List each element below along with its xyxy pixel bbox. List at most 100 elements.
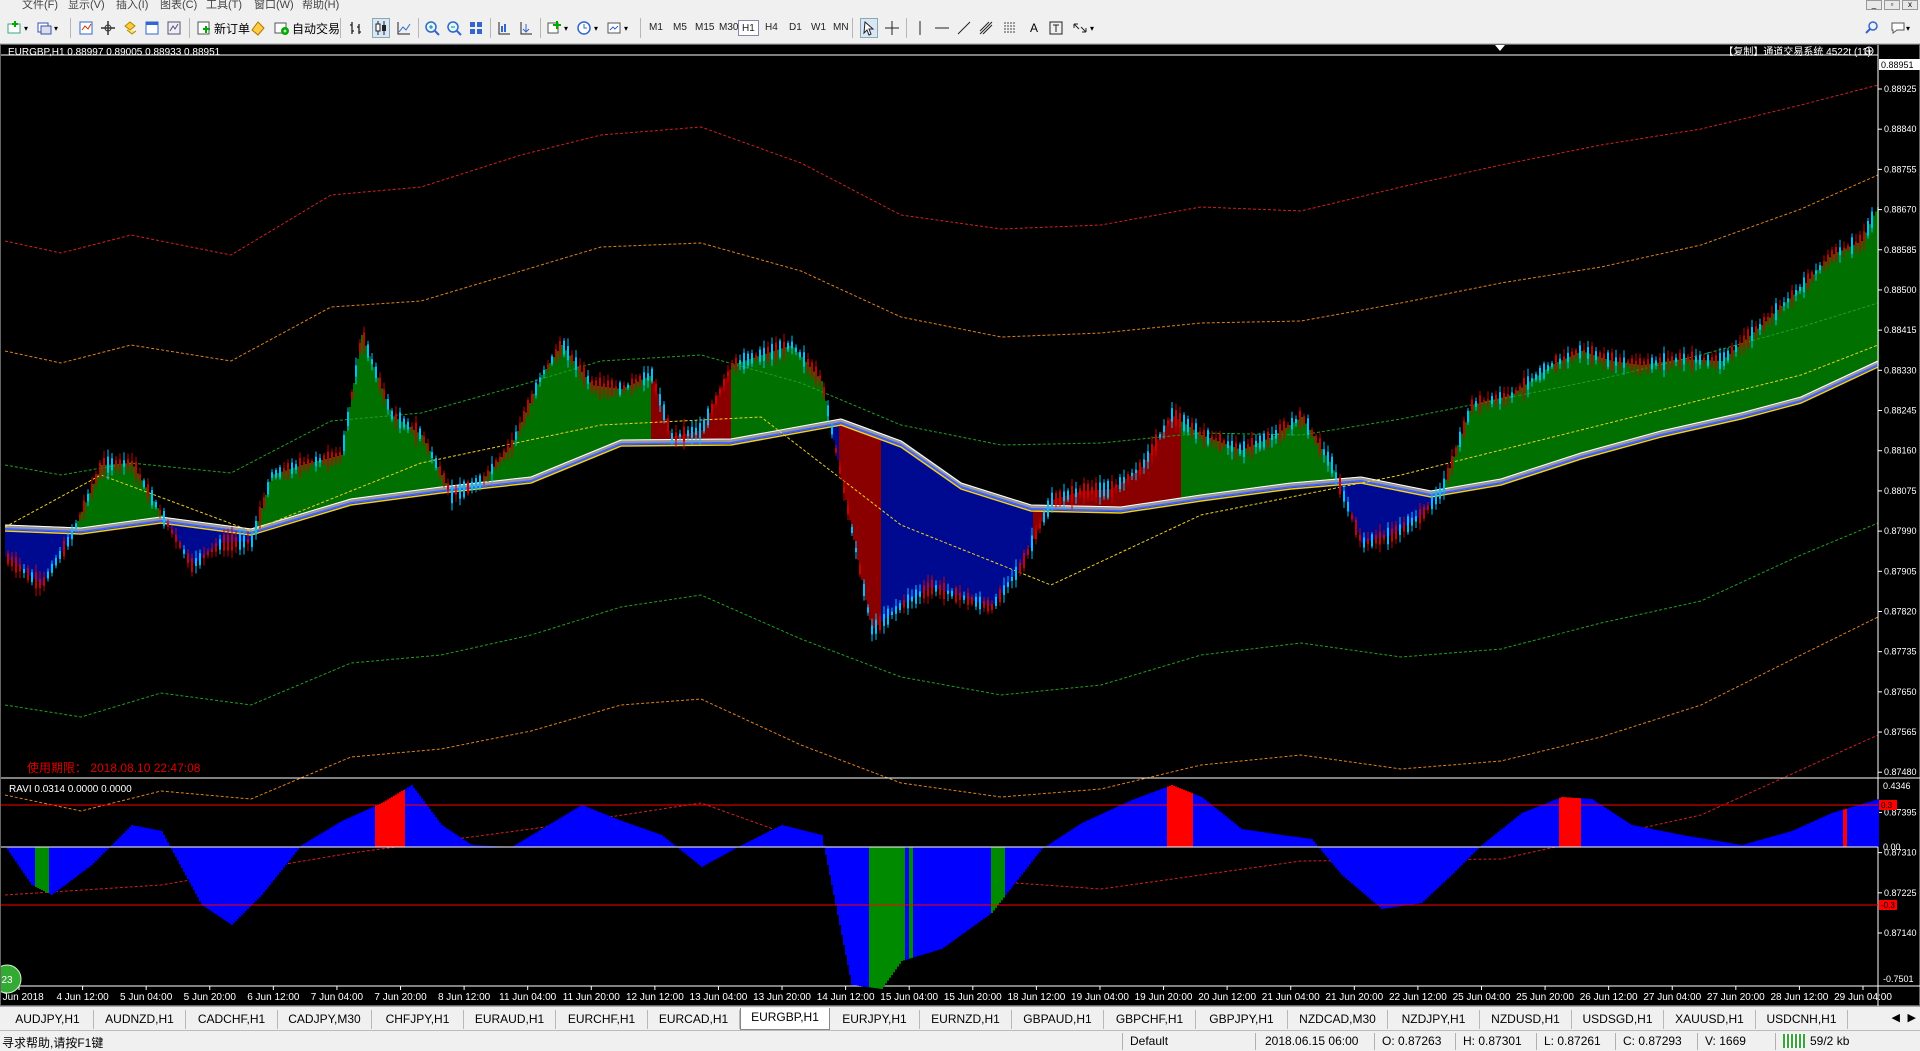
- chart-shift-button[interactable]: [496, 18, 512, 38]
- tile-windows-button[interactable]: [468, 18, 484, 38]
- navigator-button[interactable]: [100, 18, 116, 38]
- ravi-bar: [1247, 829, 1249, 847]
- ravi-bar: [1287, 835, 1289, 847]
- tab-nzdusd-h1[interactable]: NZDUSD,H1: [1480, 1010, 1572, 1029]
- vertical-line-button[interactable]: [912, 18, 928, 38]
- terminal-button[interactable]: [144, 18, 160, 38]
- ribbon-segment: [1665, 361, 1667, 433]
- zoom-in-button[interactable]: [424, 18, 440, 38]
- timeframe-w1[interactable]: W1: [808, 20, 829, 36]
- timeframe-h4[interactable]: H4: [762, 20, 781, 36]
- ravi-bar: [1625, 821, 1627, 847]
- menu-window[interactable]: 窗口(W): [254, 0, 294, 12]
- ribbon-segment: [345, 431, 347, 503]
- arrows-button[interactable]: ▾: [1072, 18, 1094, 38]
- zoom-out-button[interactable]: [446, 18, 462, 38]
- timeframe-d1[interactable]: D1: [786, 20, 805, 36]
- time-label: 13 Jun 20:00: [753, 992, 811, 1003]
- text-button[interactable]: A: [1026, 18, 1042, 38]
- tab-chfjpy-h1[interactable]: CHFJPY,H1: [372, 1010, 464, 1029]
- chart-window[interactable]: EURGBP,H1 0.88997 0.89005 0.88933 0.8895…: [0, 44, 1920, 1007]
- tab-cadchf-h1[interactable]: CADCHF,H1: [186, 1010, 278, 1029]
- tab-nzdjpy-h1[interactable]: NZDJPY,H1: [1388, 1010, 1480, 1029]
- tab-euraud-h1[interactable]: EURAUD,H1: [464, 1010, 556, 1029]
- new-order-button[interactable]: 新订单: [196, 18, 250, 38]
- data-window-button[interactable]: [122, 18, 138, 38]
- chart-tabs: AUDJPY,H1 AUDNZD,H1 CADCHF,H1 CADJPY,M30 CHF…: [0, 1006, 1920, 1030]
- tab-usdcnh-h1[interactable]: USDCNH,H1: [1756, 1010, 1848, 1029]
- fibo-button[interactable]: [1002, 18, 1018, 38]
- tab-eurnzd-h1[interactable]: EURNZD,H1: [920, 1010, 1012, 1029]
- close-icon[interactable]: x: [1902, 0, 1918, 10]
- ravi-bar: [559, 818, 561, 847]
- search-button[interactable]: [1864, 18, 1880, 38]
- tab-eurcad-h1[interactable]: EURCAD,H1: [648, 1010, 740, 1029]
- minimize-icon[interactable]: _: [1866, 0, 1882, 10]
- chat-button[interactable]: ▾: [1890, 18, 1910, 38]
- ribbon-segment: [1199, 433, 1201, 498]
- ravi-bar: [525, 838, 527, 847]
- menu-tools[interactable]: 工具(T): [206, 0, 242, 12]
- autoscroll-button[interactable]: [518, 18, 534, 38]
- line-chart-button[interactable]: [396, 18, 412, 38]
- tab-audnzd-h1[interactable]: AUDNZD,H1: [94, 1010, 186, 1029]
- indicators-button[interactable]: ▾: [546, 18, 568, 38]
- auto-trading-button[interactable]: 自动交易: [274, 18, 340, 38]
- market-watch-button[interactable]: [78, 18, 94, 38]
- timeframe-h1[interactable]: H1: [738, 20, 759, 36]
- timeframe-m5[interactable]: M5: [670, 20, 690, 36]
- ravi-bar: [1231, 821, 1233, 847]
- tab-eurjpy-h1[interactable]: EURJPY,H1: [830, 1010, 920, 1029]
- menu-view[interactable]: 显示(V): [68, 0, 105, 12]
- tab-gbpchf-h1[interactable]: GBPCHF,H1: [1104, 1010, 1196, 1029]
- ribbon-segment: [1581, 351, 1583, 455]
- periods-button[interactable]: ▾: [576, 18, 598, 38]
- tester-button[interactable]: [166, 18, 182, 38]
- tab-audjpy-h1[interactable]: AUDJPY,H1: [2, 1010, 94, 1029]
- restore-icon[interactable]: ▫: [1884, 0, 1900, 10]
- crosshair-button[interactable]: [884, 18, 900, 38]
- templates-button[interactable]: ▾: [606, 18, 628, 38]
- one-click-badge[interactable]: 23: [1, 964, 22, 994]
- ravi-bar: [1099, 814, 1101, 847]
- bar-chart-button[interactable]: [348, 18, 364, 38]
- ribbon-segment: [919, 455, 921, 595]
- ravi-bar: [1523, 812, 1525, 847]
- ribbon-segment: [793, 347, 795, 430]
- channel-button[interactable]: [978, 18, 994, 38]
- menu-insert[interactable]: 插入(I): [116, 0, 148, 12]
- tab-nzdcad-m30[interactable]: NZDCAD,M30: [1288, 1010, 1388, 1029]
- trendline-button[interactable]: [956, 18, 972, 38]
- candle-body: [251, 534, 253, 548]
- text-label-button[interactable]: [1048, 18, 1064, 38]
- cursor-icon: [861, 20, 877, 36]
- ravi-bar: [1609, 810, 1611, 847]
- profiles-button[interactable]: ▾: [36, 18, 58, 38]
- menu-help[interactable]: 帮助(H): [302, 0, 339, 12]
- chart-canvas[interactable]: EURGBP,H1 0.88997 0.89005 0.88933 0.8895…: [1, 45, 1920, 1007]
- tab-gbpaud-h1[interactable]: GBPAUD,H1: [1012, 1010, 1104, 1029]
- tab-eurgbp-h1[interactable]: EURGBP,H1: [740, 1008, 830, 1030]
- tab-usdsgd-h1[interactable]: USDSGD,H1: [1572, 1010, 1664, 1029]
- ravi-bar: [947, 847, 949, 945]
- tab-scroll-left-icon[interactable]: ◀: [1892, 1011, 1900, 1024]
- timeframe-m1[interactable]: M1: [646, 20, 666, 36]
- candle-chart-button[interactable]: [372, 18, 390, 38]
- menu-charts[interactable]: 图表(C): [160, 0, 197, 12]
- ribbon-segment: [1745, 339, 1747, 414]
- tab-eurchf-h1[interactable]: EURCHF,H1: [556, 1010, 648, 1029]
- tab-gbpjpy-h1[interactable]: GBPJPY,H1: [1196, 1010, 1288, 1029]
- menu-file[interactable]: 文件(F): [22, 0, 58, 12]
- tab-scroll-right-icon[interactable]: ▶: [1908, 1011, 1916, 1024]
- candle-body: [1607, 352, 1609, 367]
- tab-xauusd-h1[interactable]: XAUUSD,H1: [1664, 1010, 1756, 1029]
- meta-editor-button[interactable]: [250, 18, 266, 38]
- new-chart-button[interactable]: ▾: [6, 18, 28, 38]
- horizontal-line-button[interactable]: [934, 18, 950, 38]
- shift-marker-icon[interactable]: [1495, 45, 1505, 51]
- timeframe-m15[interactable]: M15: [692, 20, 717, 36]
- settings-icon[interactable]: [1864, 46, 1874, 56]
- tab-cadjpy-m30[interactable]: CADJPY,M30: [278, 1010, 372, 1029]
- timeframe-mn[interactable]: MN: [830, 20, 852, 36]
- cursor-button[interactable]: [860, 18, 878, 38]
